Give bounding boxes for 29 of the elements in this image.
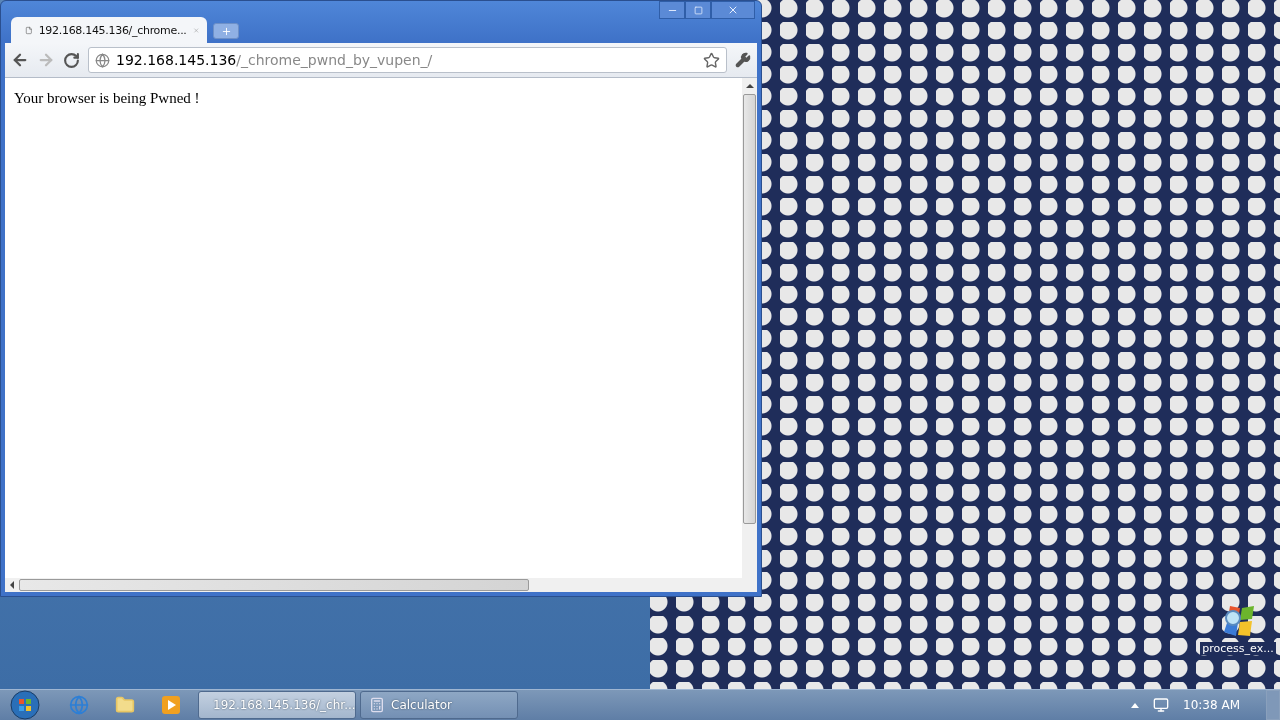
back-button[interactable] [11,51,29,69]
play-icon [162,696,180,714]
calculator-icon [369,697,385,713]
url-text: 192.168.145.136/_chrome_pwnd_by_vupen_/ [116,52,434,68]
vertical-scrollbar[interactable] [742,78,757,578]
network-icon[interactable] [1153,697,1170,713]
forward-button[interactable] [37,51,55,69]
star-icon[interactable] [703,51,720,69]
caret-icon[interactable] [1131,702,1140,708]
clock[interactable]: 10:38 AM [1183,698,1240,712]
wrench-button[interactable] [735,52,751,68]
page-text: Your browser is being Pwned ! [14,90,200,106]
globe-icon [69,695,89,715]
address-bar[interactable]: 192.168.145.136/_chrome_pwnd_by_vupen_/ [88,47,727,73]
new-tab-button[interactable] [213,23,239,39]
globe-icon [95,52,110,68]
maximize-button[interactable] [685,1,711,19]
horizontal-scrollbar[interactable] [5,578,757,592]
folder-icon [115,695,135,715]
plus-icon [220,25,232,37]
browser-tab[interactable]: 192.168.145.136/_chrome... [11,17,207,43]
close-icon [727,4,739,16]
start-button[interactable] [8,690,42,720]
shortcut-label: process_ex... [1200,642,1276,655]
close-button[interactable] [711,1,755,19]
reload-button[interactable] [63,51,80,69]
maximize-icon [693,5,703,15]
minimize-button[interactable] [659,1,685,19]
desktop-shortcut[interactable]: process_ex... [1200,600,1276,655]
